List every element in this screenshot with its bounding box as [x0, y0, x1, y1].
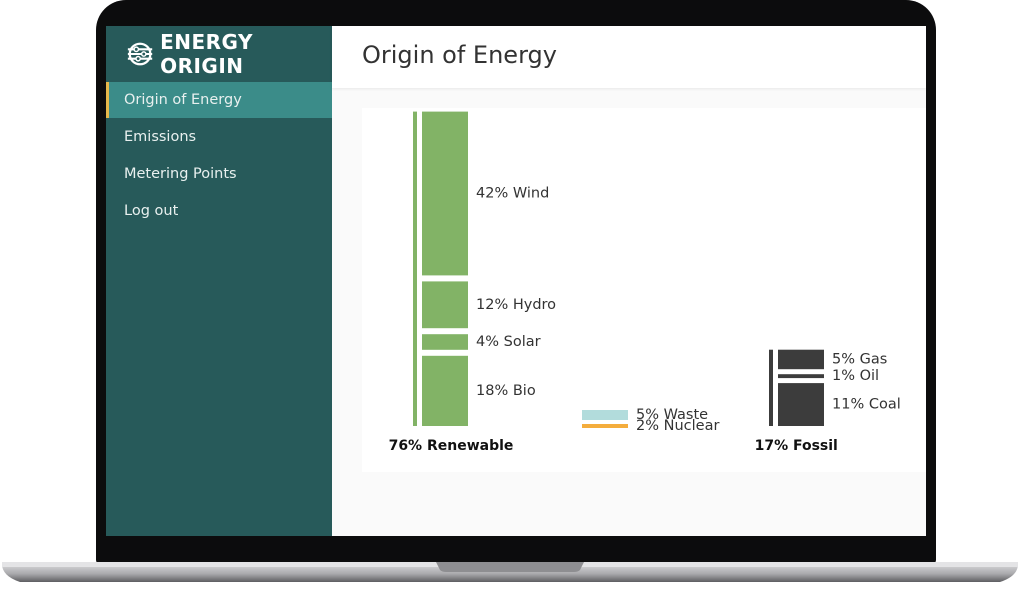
- app-screen: ENERGY ORIGIN Origin of Energy Emissions…: [106, 26, 926, 536]
- brand-name: ENERGY ORIGIN: [160, 30, 253, 78]
- segment-label: 12% Hydro: [476, 297, 556, 313]
- sidebar-item-origin-of-energy[interactable]: Origin of Energy: [106, 82, 332, 118]
- bar-segment: [422, 111, 468, 276]
- segment-label: 1% Oil: [832, 368, 879, 384]
- bar-segment: [778, 383, 824, 426]
- sidebar-item-label: Metering Points: [124, 166, 237, 182]
- group-total-label: 76% Renewable: [389, 438, 514, 454]
- sidebar-item-label: Origin of Energy: [124, 92, 242, 108]
- energy-origin-chart: 42% Wind 12% Hydro 4% Solar 18% Bio 76% Rene…: [389, 111, 901, 454]
- bar-segment: [422, 355, 468, 426]
- sidebar-item-label: Log out: [124, 203, 179, 219]
- segment-label: 4% Solar: [476, 334, 541, 350]
- laptop-base: [2, 562, 1018, 582]
- segment-label: 42% Wind: [476, 186, 549, 202]
- group-indicator-bar: [769, 349, 773, 426]
- globe-logo-icon: [127, 42, 153, 66]
- sidebar-item-metering-points[interactable]: Metering Points: [106, 156, 332, 192]
- group-indicator-bar: [413, 111, 417, 426]
- page-header: Origin of Energy: [332, 26, 926, 88]
- energy-origin-chart-card: 42% Wind 12% Hydro 4% Solar 18% Bio 76% Rene…: [362, 108, 926, 472]
- brand[interactable]: ENERGY ORIGIN: [106, 26, 332, 82]
- segment-label: 5% Gas: [832, 351, 887, 367]
- group-total-label: 17% Fossil: [755, 438, 838, 454]
- sidebar-item-label: Emissions: [124, 129, 197, 145]
- bar-segment: [582, 424, 628, 428]
- sidebar: ENERGY ORIGIN Origin of Energy Emissions…: [106, 26, 332, 536]
- segment-label: 18% Bio: [476, 383, 536, 399]
- page-title: Origin of Energy: [362, 41, 557, 69]
- bar-segment: [422, 281, 468, 329]
- sidebar-item-emissions[interactable]: Emissions: [106, 119, 332, 155]
- bar-segment: [778, 374, 824, 379]
- sidebar-item-log-out[interactable]: Log out: [106, 193, 332, 229]
- segment-label: 11% Coal: [832, 397, 901, 413]
- bar-segment: [582, 410, 628, 420]
- bar-segment: [778, 349, 824, 370]
- bar-segment: [422, 334, 468, 350]
- segment-label: 2% Nuclear: [636, 418, 719, 434]
